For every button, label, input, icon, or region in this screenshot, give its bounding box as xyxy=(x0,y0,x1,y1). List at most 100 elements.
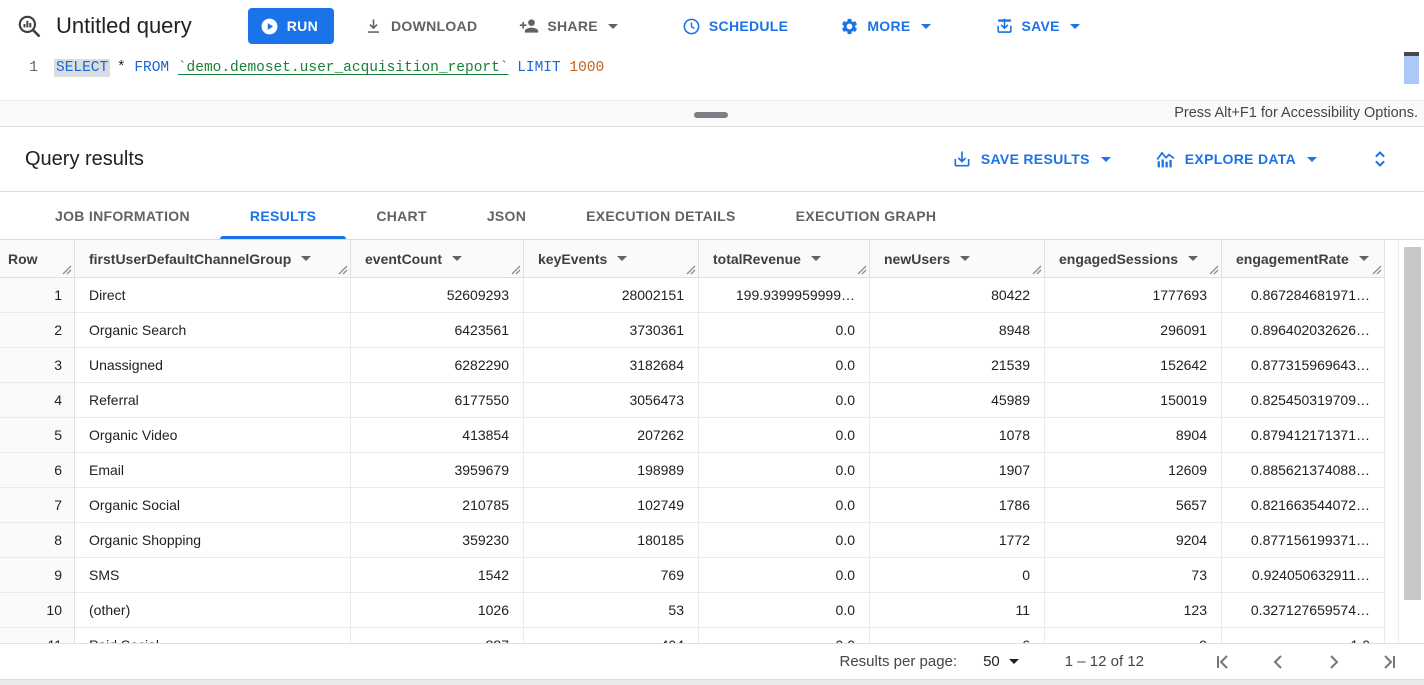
sql-table-reference[interactable]: `demo.demoset.user_acquisition_report` xyxy=(178,60,509,76)
table-cell: 180185 xyxy=(524,523,699,558)
chevron-down-icon[interactable] xyxy=(1188,256,1198,261)
download-button[interactable]: DOWNLOAD xyxy=(352,8,489,44)
table-scrollbar-thumb[interactable] xyxy=(1404,247,1421,600)
table-row: 3Unassigned628229031826840.0215391526420… xyxy=(0,348,1385,383)
table-cell: Unassigned xyxy=(75,348,351,383)
column-header-event-count[interactable]: eventCount xyxy=(351,240,524,277)
table-scrollbar[interactable] xyxy=(1398,240,1424,643)
table-header-row: Row firstUserDefaultChannelGroup eventCo… xyxy=(0,240,1385,278)
run-button[interactable]: RUN xyxy=(248,8,334,44)
next-page-button[interactable] xyxy=(1322,650,1346,674)
column-resize-handle[interactable] xyxy=(686,265,696,275)
table-cell: Organic Search xyxy=(75,313,351,348)
column-header-total-revenue[interactable]: totalRevenue xyxy=(699,240,870,277)
table-cell: 0.877315969643… xyxy=(1222,348,1385,383)
table-row: 5Organic Video4138542072620.0107889040.8… xyxy=(0,418,1385,453)
row-number-cell: 1 xyxy=(0,278,75,313)
table-cell: Direct xyxy=(75,278,351,313)
download-icon xyxy=(364,17,383,36)
table-cell: 152642 xyxy=(1045,348,1222,383)
person-add-icon xyxy=(519,16,539,36)
table-cell: 769 xyxy=(524,558,699,593)
tab-json[interactable]: JSON xyxy=(457,192,556,239)
last-page-button[interactable] xyxy=(1378,650,1402,674)
tab-execution-details[interactable]: EXECUTION DETAILS xyxy=(556,192,766,239)
table-row: 9SMS15427690.00730.924050632911… xyxy=(0,558,1385,593)
query-magnifier-icon xyxy=(16,13,42,39)
chevron-right-icon xyxy=(1322,650,1346,674)
bottom-edge-strip xyxy=(0,679,1424,685)
save-results-icon xyxy=(952,149,972,169)
column-header-new-users[interactable]: newUsers xyxy=(870,240,1045,277)
schedule-button[interactable]: SCHEDULE xyxy=(670,8,800,44)
table-cell: 0.0 xyxy=(699,453,870,488)
table-cell: 53 xyxy=(524,593,699,628)
more-button[interactable]: MORE xyxy=(828,8,942,44)
splitter-drag-handle[interactable] xyxy=(694,112,728,118)
table-cell: 0.0 xyxy=(699,628,870,643)
column-resize-handle[interactable] xyxy=(1209,265,1219,275)
editor-scrollbar[interactable] xyxy=(1404,52,1419,100)
expand-results-button[interactable] xyxy=(1369,148,1391,170)
table-cell: 296091 xyxy=(1045,313,1222,348)
table-cell: 52609293 xyxy=(351,278,524,313)
row-number-cell: 9 xyxy=(0,558,75,593)
column-header-channel-group[interactable]: firstUserDefaultChannelGroup xyxy=(75,240,351,277)
page-size-select[interactable]: 50 xyxy=(983,653,1019,670)
table-cell: Paid Social xyxy=(75,628,351,643)
explore-data-button[interactable]: EXPLORE DATA xyxy=(1155,149,1317,170)
sql-keyword-select: SELECT xyxy=(54,59,110,77)
table-cell: 0.879412171371… xyxy=(1222,418,1385,453)
play-circle-icon xyxy=(260,17,279,36)
table-cell: 9 xyxy=(1045,628,1222,643)
tab-chart[interactable]: CHART xyxy=(346,192,457,239)
table-cell: 1.0 xyxy=(1222,628,1385,643)
column-resize-handle[interactable] xyxy=(1372,265,1382,275)
column-resize-handle[interactable] xyxy=(857,265,867,275)
tab-execution-graph[interactable]: EXECUTION GRAPH xyxy=(766,192,967,239)
chevron-down-icon[interactable] xyxy=(960,256,970,261)
table-cell: 1542 xyxy=(351,558,524,593)
sql-editor[interactable]: 1 SELECT * FROM `demo.demoset.user_acqui… xyxy=(0,52,1424,100)
tab-job-information[interactable]: JOB INFORMATION xyxy=(25,192,220,239)
first-page-button[interactable] xyxy=(1210,650,1234,674)
table-cell: 0 xyxy=(870,558,1045,593)
table-cell: 8904 xyxy=(1045,418,1222,453)
chevron-down-icon[interactable] xyxy=(811,256,821,261)
table-cell: 102749 xyxy=(524,488,699,523)
tab-results[interactable]: RESULTS xyxy=(220,192,346,239)
table-cell: 413854 xyxy=(351,418,524,453)
table-cell: 45989 xyxy=(870,383,1045,418)
table-cell: 0.867284681971… xyxy=(1222,278,1385,313)
table-cell: 21539 xyxy=(870,348,1045,383)
chevron-down-icon[interactable] xyxy=(617,256,627,261)
previous-page-button[interactable] xyxy=(1266,650,1290,674)
column-resize-handle[interactable] xyxy=(62,265,72,275)
share-button[interactable]: SHARE xyxy=(507,8,630,44)
table-cell: 12609 xyxy=(1045,453,1222,488)
column-header-engaged-sessions[interactable]: engagedSessions xyxy=(1045,240,1222,277)
column-resize-handle[interactable] xyxy=(338,265,348,275)
chevron-down-icon[interactable] xyxy=(301,256,311,261)
chevron-down-icon[interactable] xyxy=(452,256,462,261)
table-cell: 28002151 xyxy=(524,278,699,313)
query-results-title: Query results xyxy=(25,148,144,171)
table-cell: 0.0 xyxy=(699,558,870,593)
column-resize-handle[interactable] xyxy=(511,265,521,275)
chevron-down-icon[interactable] xyxy=(1359,256,1369,261)
table-cell: 0.877156199371… xyxy=(1222,523,1385,558)
column-header-engagement-rate[interactable]: engagementRate xyxy=(1222,240,1385,277)
table-cell: 887 xyxy=(351,628,524,643)
editor-scrollbar-thumb[interactable] xyxy=(1404,56,1419,84)
table-cell: 404 xyxy=(524,628,699,643)
sql-statement: SELECT * FROM `demo.demoset.user_acquisi… xyxy=(56,60,604,76)
table-row: 8Organic Shopping3592301801850.017729204… xyxy=(0,523,1385,558)
save-results-button[interactable]: SAVE RESULTS xyxy=(952,149,1111,169)
page-range-label: 1 – 12 of 12 xyxy=(1065,653,1144,670)
column-header-key-events[interactable]: keyEvents xyxy=(524,240,699,277)
save-button[interactable]: SAVE xyxy=(983,8,1092,44)
column-resize-handle[interactable] xyxy=(1032,265,1042,275)
table-row: 7Organic Social2107851027490.0178656570.… xyxy=(0,488,1385,523)
row-number-cell: 7 xyxy=(0,488,75,523)
table-cell: 3182684 xyxy=(524,348,699,383)
